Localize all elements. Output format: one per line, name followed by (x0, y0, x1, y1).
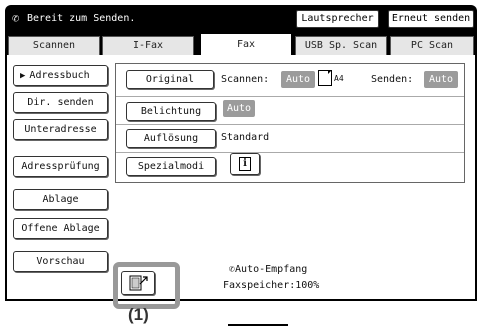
scan-value: Auto (281, 71, 315, 88)
resolution-button[interactable]: Auflösung (126, 129, 216, 148)
sidebar-item-unteradresse[interactable]: Unteradresse (13, 119, 108, 140)
sidebar-item-dir-senden[interactable]: Dir. senden (13, 92, 108, 113)
tab-scannen[interactable]: Scannen (8, 36, 100, 55)
row-divider (116, 96, 464, 97)
scan-label: Scannen: (221, 74, 270, 85)
sidebar-item-offene-ablage[interactable]: Offene Ablage (13, 218, 108, 239)
info-icon: i (239, 157, 251, 171)
paper-size-label: A4 (334, 74, 344, 83)
sidebar-item-vorschau[interactable]: Vorschau (13, 251, 108, 272)
tab-usb-scan[interactable]: USB Sp. Scan (295, 36, 387, 55)
send-label: Senden: (371, 74, 414, 85)
mode-tabs: Scannen I-Fax Fax USB Sp. Scan PC Scan (5, 33, 477, 55)
exposure-button[interactable]: Belichtung (126, 102, 216, 121)
status-bar: ✆ Bereit zum Senden. Lautsprecher Erneut… (5, 5, 477, 33)
auto-receive-status: ✆Auto-Empfang (229, 264, 307, 275)
resolution-value: Standard (221, 132, 270, 143)
divider-line (228, 324, 288, 326)
resend-button[interactable]: Erneut senden (388, 10, 474, 28)
status-text: Bereit zum Senden. (27, 13, 136, 24)
auto-receive-label: Auto-Empfang (235, 264, 308, 275)
original-button[interactable]: Original (126, 70, 214, 89)
sidebar-item-label: Adressbuch (29, 70, 90, 81)
speaker-button[interactable]: Lautsprecher (296, 10, 379, 28)
row-divider (116, 124, 464, 125)
callout-label: (1) (128, 305, 149, 324)
sidebar-item-adresspruefung[interactable]: Adressprüfung (13, 156, 108, 177)
row-divider (116, 152, 464, 153)
send-value: Auto (424, 71, 458, 88)
exposure-value: Auto (223, 100, 255, 117)
fax-screen: ✆ Bereit zum Senden. Lautsprecher Erneut… (5, 5, 477, 301)
tab-pc-scan[interactable]: PC Scan (390, 36, 474, 55)
document-send-button[interactable] (121, 271, 155, 295)
settings-panel: Original Scannen: Auto A4 Senden: Auto B… (115, 63, 465, 183)
tab-ifax[interactable]: I-Fax (102, 36, 194, 55)
document-send-icon (129, 275, 148, 291)
fax-content: ▶ Adressbuch Dir. senden Unteradresse Adr… (5, 55, 477, 301)
fax-memory-status: Faxspeicher:100% (223, 280, 320, 291)
sidebar-item-ablage[interactable]: Ablage (13, 189, 108, 210)
play-triangle-icon: ▶ (20, 71, 26, 81)
phone-receiver-icon: ✆ (12, 11, 20, 25)
special-modes-button[interactable]: Spezialmodi (126, 157, 216, 176)
info-button[interactable]: i (230, 153, 260, 175)
sidebar-item-adressbuch[interactable]: ▶ Adressbuch (13, 65, 108, 86)
paper-size-icon (318, 70, 332, 86)
tab-fax[interactable]: Fax (200, 33, 292, 55)
